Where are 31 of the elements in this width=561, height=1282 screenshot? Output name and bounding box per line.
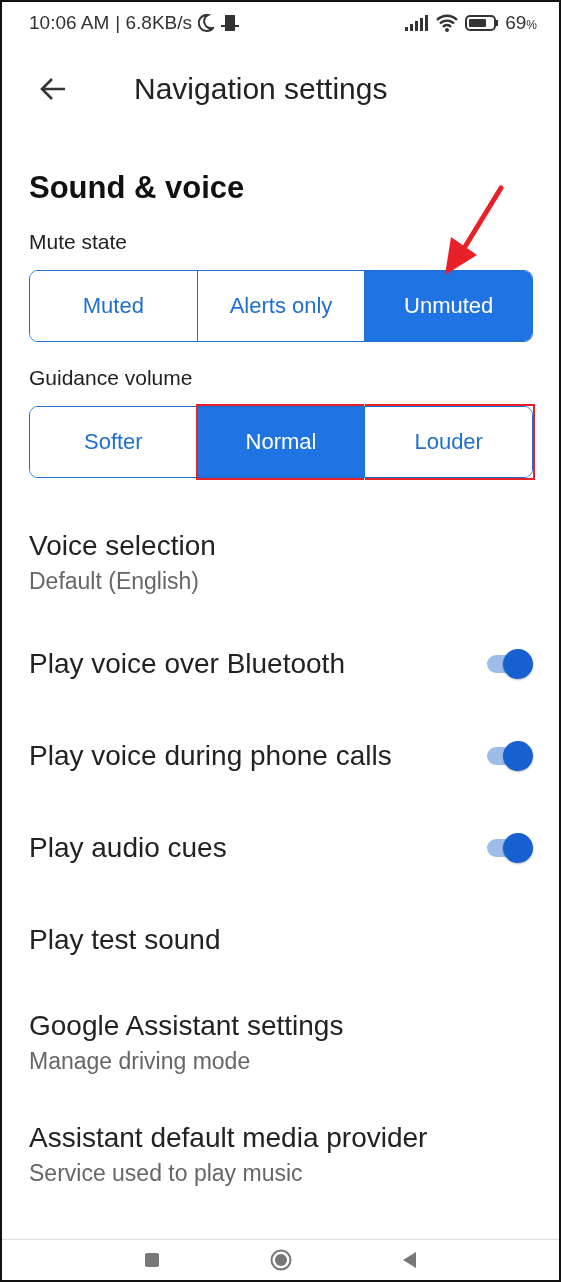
toggle-switch[interactable] xyxy=(485,739,533,773)
setting-title[interactable]: Play voice over Bluetooth xyxy=(29,648,485,680)
status-time: 10:06 AM xyxy=(29,12,110,34)
battery-icon xyxy=(465,15,500,31)
setting-title[interactable]: Play audio cues xyxy=(29,832,485,864)
back-arrow-icon[interactable] xyxy=(39,77,67,101)
setting-subtitle: Default (English) xyxy=(29,567,201,595)
battery-level: 69% xyxy=(505,12,537,34)
network-speed: | 6.8KB/s xyxy=(115,12,193,34)
section-heading: Sound & voice xyxy=(29,170,246,206)
setting-subtitle: Manage driving mode xyxy=(29,1047,252,1075)
page-title: Navigation settings xyxy=(134,72,388,106)
back-icon[interactable] xyxy=(401,1251,418,1269)
setting-title[interactable]: Google Assistant settings xyxy=(29,1009,533,1042)
device-icon xyxy=(220,14,241,32)
setting-title[interactable]: Assistant default media provider xyxy=(29,1121,533,1154)
signal-icon xyxy=(405,15,430,31)
segment-option[interactable]: Unmuted xyxy=(365,271,532,341)
home-icon[interactable] xyxy=(269,1249,292,1271)
recents-icon[interactable] xyxy=(143,1252,160,1268)
setting-title[interactable]: Voice selection xyxy=(29,529,533,562)
moon-icon xyxy=(198,14,215,32)
toggle-switch[interactable] xyxy=(485,831,533,865)
toggle-switch[interactable] xyxy=(485,647,533,681)
wifi-icon xyxy=(435,14,460,32)
segment-label: Mute state xyxy=(29,230,129,254)
segment-label: Guidance volume xyxy=(29,366,194,390)
setting-title[interactable]: Play voice during phone calls xyxy=(29,740,485,772)
segment-option[interactable]: Normal xyxy=(197,407,365,477)
setting-subtitle: Service used to play music xyxy=(29,1159,304,1187)
setting-title[interactable]: Play test sound xyxy=(29,924,533,956)
